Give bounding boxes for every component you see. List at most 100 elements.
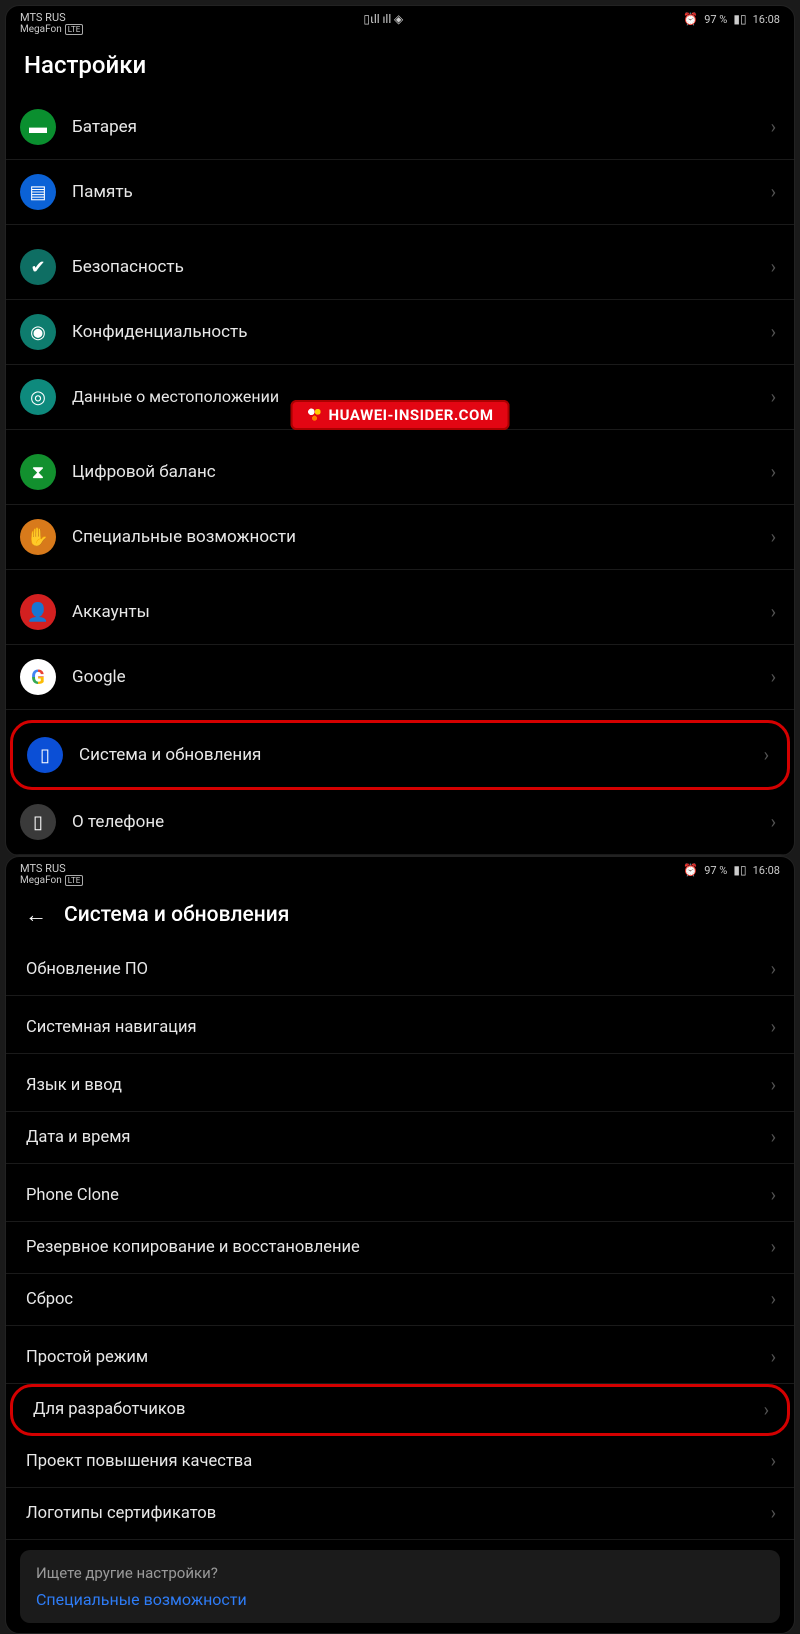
chevron-right-icon: › — [764, 745, 769, 766]
item-label: Память — [72, 182, 763, 202]
clock-text: 16:08 — [753, 864, 780, 877]
item-label: Google — [72, 667, 763, 687]
lte-badge: LTE — [65, 24, 84, 35]
item-simple-mode[interactable]: Простой режим › — [6, 1332, 794, 1384]
item-label: Системная навигация — [26, 1018, 763, 1038]
battery-pct: 97 % — [704, 13, 727, 26]
battery-item-icon: ▬ — [20, 109, 56, 145]
clock-text: 16:08 — [753, 13, 780, 26]
search-other-settings: Ищете другие настройки? Специальные возм… — [20, 1550, 780, 1623]
watermark-badge: HUAWEI-INSIDER.COM — [291, 400, 510, 430]
chevron-right-icon: › — [771, 527, 776, 548]
item-backup-restore[interactable]: Резервное копирование и восстановление › — [6, 1222, 794, 1274]
header-right: ← Система и обновления — [6, 890, 794, 944]
item-label: Phone Clone — [26, 1186, 763, 1206]
chevron-right-icon: › — [771, 257, 776, 278]
chevron-right-icon: › — [771, 1127, 776, 1148]
item-google[interactable]: G Google › — [6, 645, 794, 710]
item-label: Сброс — [26, 1290, 763, 1310]
item-label: Дата и время — [26, 1128, 763, 1148]
item-system-navigation[interactable]: Системная навигация › — [6, 1002, 794, 1054]
item-label: Язык и ввод — [26, 1076, 763, 1096]
wifi-icon: ◈ — [394, 12, 403, 26]
chevron-right-icon: › — [771, 322, 776, 343]
item-security[interactable]: ✔ Безопасность › — [6, 235, 794, 300]
status-center: ▯ιll ıll ◈ — [363, 12, 403, 26]
item-label: Проект повышения качества — [26, 1452, 763, 1472]
chevron-right-icon: › — [771, 1503, 776, 1524]
item-label: Система и обновления — [79, 745, 756, 765]
chevron-right-icon: › — [771, 1075, 776, 1096]
item-cert-logos[interactable]: Логотипы сертификатов › — [6, 1488, 794, 1540]
item-digital-balance[interactable]: ⧗ Цифровой баланс › — [6, 440, 794, 505]
status-right: ⏰ 97 % ▮▯ 16:08 — [683, 12, 780, 26]
privacy-shield-icon: ◉ — [20, 314, 56, 350]
alarm-icon: ⏰ — [683, 12, 698, 26]
status-bar: MTS RUS MegaFon LTE ▯ιll ıll ◈ ⏰ 97 % ▮▯… — [6, 6, 794, 39]
phone-gear-icon: ▯ — [27, 737, 63, 773]
settings-list-right: Обновление ПО › Системная навигация › Яз… — [6, 944, 794, 1633]
item-developer-options[interactable]: Для разработчиков › — [10, 1384, 790, 1436]
item-about-phone[interactable]: ▯ О телефоне › — [6, 790, 794, 855]
memory-icon: ▤ — [20, 174, 56, 210]
item-date-time[interactable]: Дата и время › — [6, 1112, 794, 1164]
item-accounts[interactable]: 👤 Аккаунты › — [6, 580, 794, 645]
search-link-accessibility[interactable]: Специальные возможности — [36, 1590, 764, 1609]
chevron-right-icon: › — [771, 1451, 776, 1472]
chevron-right-icon: › — [764, 1400, 769, 1421]
chevron-right-icon: › — [771, 1289, 776, 1310]
item-software-update[interactable]: Обновление ПО › — [6, 944, 794, 996]
settings-list-left: ▬ Батарея › ▤ Память › ✔ Безопасность › … — [6, 95, 794, 855]
chevron-right-icon: › — [771, 602, 776, 623]
item-accessibility[interactable]: ✋ Специальные возможности › — [6, 505, 794, 570]
phone-left: MTS RUS MegaFon LTE ▯ιll ıll ◈ ⏰ 97 % ▮▯… — [5, 5, 795, 856]
subcarrier-text: MegaFon — [20, 24, 62, 35]
chevron-right-icon: › — [771, 117, 776, 138]
location-pin-icon: ◎ — [20, 379, 56, 415]
item-system-updates[interactable]: ▯ Система и обновления › — [10, 720, 790, 790]
google-icon: G — [20, 659, 56, 695]
item-memory[interactable]: ▤ Память › — [6, 160, 794, 225]
item-label: Простой режим — [26, 1348, 763, 1368]
chevron-right-icon: › — [771, 812, 776, 833]
back-arrow-icon[interactable]: ← — [24, 902, 48, 928]
phone-right: MTS RUS MegaFon LTE ⏰ 97 % ▮▯ 16:08 ← Си… — [5, 856, 795, 1634]
chevron-right-icon: › — [771, 462, 776, 483]
item-label: Для разработчиков — [33, 1400, 756, 1420]
status-bar: MTS RUS MegaFon LTE ⏰ 97 % ▮▯ 16:08 — [6, 857, 794, 890]
item-label: Цифровой баланс — [72, 462, 763, 482]
item-phone-clone[interactable]: Phone Clone › — [6, 1170, 794, 1222]
battery-icon: ▮▯ — [733, 863, 746, 877]
status-left: MTS RUS MegaFon LTE — [20, 12, 83, 35]
item-label: Обновление ПО — [26, 960, 763, 980]
battery-icon: ▮▯ — [733, 12, 746, 26]
item-reset[interactable]: Сброс › — [6, 1274, 794, 1326]
hand-icon: ✋ — [20, 519, 56, 555]
item-label: Батарея — [72, 117, 763, 137]
chevron-right-icon: › — [771, 1237, 776, 1258]
watermark-text: HUAWEI-INSIDER.COM — [329, 406, 494, 424]
chevron-right-icon: › — [771, 387, 776, 408]
phone-info-icon: ▯ — [20, 804, 56, 840]
chevron-right-icon: › — [771, 667, 776, 688]
person-icon: 👤 — [20, 594, 56, 630]
chevron-right-icon: › — [771, 182, 776, 203]
item-label: Специальные возможности — [72, 527, 763, 547]
search-question: Ищете другие настройки? — [36, 1564, 764, 1582]
chevron-right-icon: › — [771, 1347, 776, 1368]
carrier-text: MTS RUS — [20, 863, 83, 875]
page-title: Система и обновления — [64, 903, 289, 927]
status-left: MTS RUS MegaFon LTE — [20, 863, 83, 886]
subcarrier-text: MegaFon — [20, 875, 62, 886]
lte-badge: LTE — [65, 875, 84, 886]
item-quality-project[interactable]: Проект повышения качества › — [6, 1436, 794, 1488]
chevron-right-icon: › — [771, 1017, 776, 1038]
item-language-input[interactable]: Язык и ввод › — [6, 1060, 794, 1112]
alarm-icon: ⏰ — [683, 863, 698, 877]
item-privacy[interactable]: ◉ Конфиденциальность › — [6, 300, 794, 365]
huawei-petal-icon — [307, 407, 323, 423]
chevron-right-icon: › — [771, 1185, 776, 1206]
shield-check-icon: ✔ — [20, 249, 56, 285]
item-battery[interactable]: ▬ Батарея › — [6, 95, 794, 160]
header-left: Настройки — [6, 39, 794, 95]
